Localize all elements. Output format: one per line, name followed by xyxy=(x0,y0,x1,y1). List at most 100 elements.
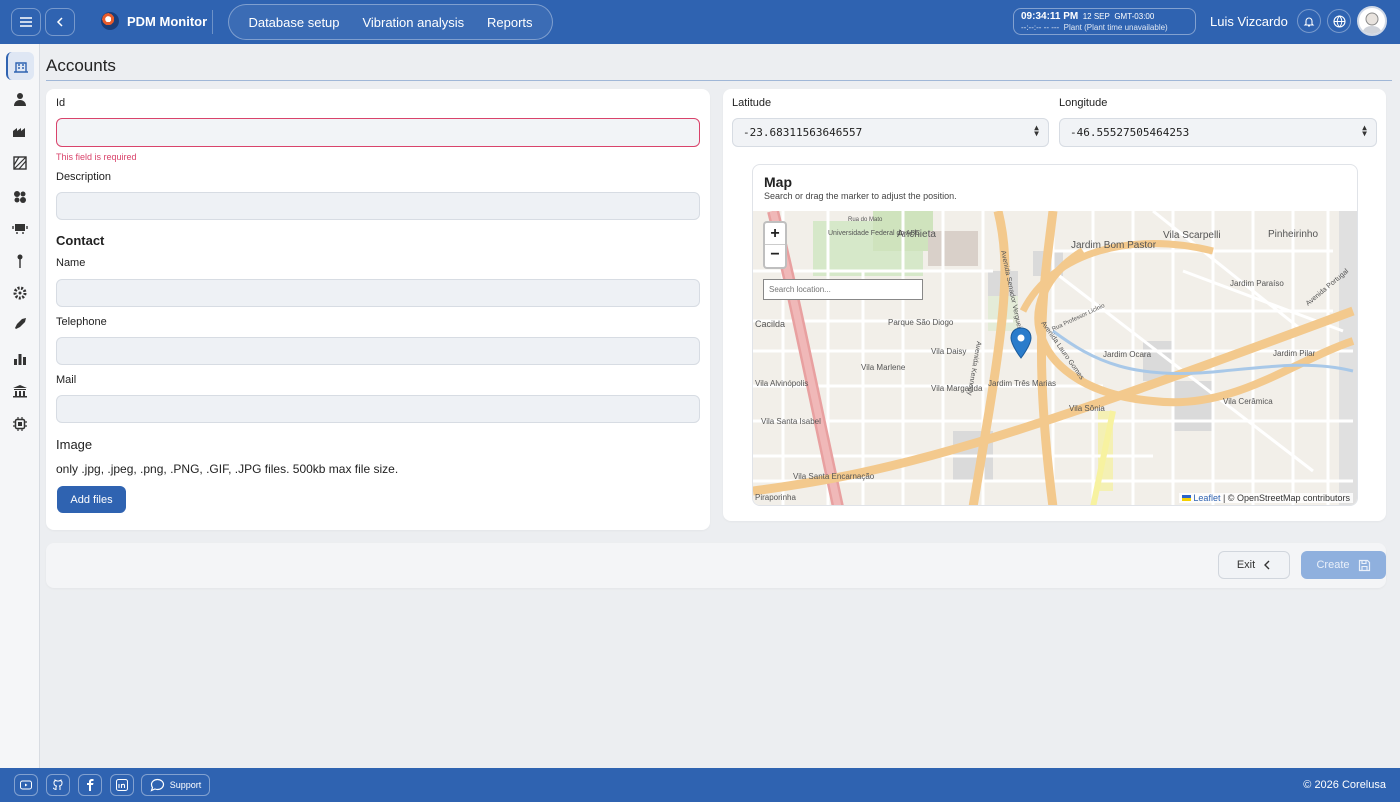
user-tie-icon xyxy=(14,93,26,106)
area-icon xyxy=(13,156,27,170)
chip-icon xyxy=(13,417,27,431)
sidebar-item-institutions[interactable] xyxy=(6,377,34,405)
map-label-anchieta: Anchieta xyxy=(897,229,936,240)
sidebar-item-sensors[interactable] xyxy=(6,279,34,307)
latitude-input[interactable]: -23.68311563646557 ▲ ▼ xyxy=(732,118,1049,147)
title-divider xyxy=(46,80,1392,81)
nav-vibration-analysis[interactable]: Vibration analysis xyxy=(362,15,464,30)
create-label: Create xyxy=(1316,559,1350,571)
youtube-icon xyxy=(20,780,32,790)
map-label-vila-santa-isabel: Vila Santa Isabel xyxy=(761,417,821,426)
map-label-vila-daisy: Vila Daisy xyxy=(931,347,966,356)
description-input[interactable] xyxy=(56,192,700,220)
map-label-rua-do-mato: Rua do Mato xyxy=(848,217,883,223)
map-subtitle: Search or drag the marker to adjust the … xyxy=(764,191,957,201)
user-name[interactable]: Luis Vizcardo xyxy=(1210,14,1288,29)
menu-icon xyxy=(20,17,32,27)
sidebar-item-reports[interactable] xyxy=(6,345,34,373)
main-nav: Database setup Vibration analysis Report… xyxy=(228,4,553,40)
exit-button[interactable]: Exit xyxy=(1218,551,1290,579)
sidebar-item-equipment[interactable] xyxy=(6,214,34,242)
map-label-jardim-tres-marias: Jardim Três Marias xyxy=(988,379,1056,388)
notifications-button[interactable] xyxy=(1297,9,1321,33)
facebook-button[interactable] xyxy=(78,774,102,796)
support-button[interactable]: Support xyxy=(141,774,210,796)
chat-icon xyxy=(150,778,164,792)
brand[interactable]: PDM Monitor xyxy=(101,12,207,30)
image-hint: only .jpg, .jpeg, .png, .PNG, .GIF, .JPG… xyxy=(56,462,399,476)
sidebar-item-launch[interactable] xyxy=(6,310,34,338)
map-label-vila-santa-encarnacao: Vila Santa Encarnação xyxy=(793,472,875,481)
bar-chart-icon xyxy=(14,354,26,365)
ukraine-flag-icon xyxy=(1181,495,1191,501)
id-error: This field is required xyxy=(56,152,137,162)
clock-timezone: GMT-03:00 xyxy=(1114,12,1155,21)
latitude-spinner-icon[interactable]: ▲ ▼ xyxy=(1034,124,1039,138)
action-bar: Exit Create xyxy=(46,543,1386,588)
sidebar-item-plants[interactable] xyxy=(6,117,34,145)
nav-reports[interactable]: Reports xyxy=(487,15,533,30)
avatar[interactable] xyxy=(1357,6,1387,36)
map-canvas[interactable]: Universidade Federal do ABC Anchieta Jar… xyxy=(753,211,1358,506)
map-label-vila-alvinopolis: Vila Alvinópolis xyxy=(755,379,808,388)
pin-icon xyxy=(17,254,23,268)
linkedin-button[interactable] xyxy=(110,774,134,796)
youtube-button[interactable] xyxy=(14,774,38,796)
nav-database-setup[interactable]: Database setup xyxy=(248,15,339,30)
sidebar-item-accounts[interactable] xyxy=(6,52,34,80)
app-name: PDM Monitor xyxy=(127,13,208,29)
latitude-label: Latitude xyxy=(732,97,772,109)
linkedin-icon xyxy=(116,779,128,791)
factory-icon xyxy=(13,128,25,137)
name-label: Name xyxy=(56,257,86,269)
mail-input[interactable] xyxy=(56,395,700,423)
image-label: Image xyxy=(56,437,93,452)
sidebar-item-settings[interactable] xyxy=(6,410,34,438)
map-label-cacilda: Cacilda xyxy=(755,319,785,329)
name-input[interactable] xyxy=(56,279,700,307)
zoom-in-button[interactable]: + xyxy=(765,223,785,245)
page-title: Accounts xyxy=(46,56,116,75)
divider xyxy=(212,10,213,34)
sidebar-item-points[interactable] xyxy=(6,247,34,275)
logo-icon xyxy=(101,12,119,30)
sidebar-item-machines[interactable] xyxy=(6,182,34,210)
bell-icon xyxy=(1303,17,1315,27)
map-label-vila-sonia: Vila Sônia xyxy=(1069,404,1105,413)
id-input[interactable] xyxy=(56,118,700,147)
map-label-pinheirinho: Pinheirinho xyxy=(1268,229,1318,240)
create-button[interactable]: Create xyxy=(1301,551,1386,579)
globe-icon xyxy=(1332,14,1346,28)
leaflet-link[interactable]: Leaflet xyxy=(1193,493,1220,503)
sidebar-item-users[interactable] xyxy=(6,85,34,113)
id-label: Id xyxy=(56,97,66,109)
longitude-input[interactable]: -46.55527505464253 ▲ ▼ xyxy=(1059,118,1377,147)
clock-time: 09:34:11 PM xyxy=(1021,11,1079,22)
plant-time: --:--:-- -- --- xyxy=(1021,23,1060,32)
map-label-vila-scarpelli: Vila Scarpelli xyxy=(1163,230,1221,241)
support-label: Support xyxy=(169,780,202,790)
top-bar: PDM Monitor Database setup Vibration ana… xyxy=(0,0,1400,44)
account-form-panel: Id This field is required Description Co… xyxy=(46,89,710,530)
bank-icon xyxy=(13,385,27,398)
longitude-value: -46.55527505464253 xyxy=(1070,126,1190,139)
telephone-input[interactable] xyxy=(56,337,700,365)
longitude-spinner-icon[interactable]: ▲ ▼ xyxy=(1362,124,1367,138)
clock-widget: 09:34:11 PM 12 SEP GMT-03:00 --:--:-- --… xyxy=(1013,8,1196,35)
add-files-button[interactable]: Add files xyxy=(57,486,126,513)
map-search-input[interactable] xyxy=(763,279,923,300)
sidebar-item-areas[interactable] xyxy=(6,149,34,177)
back-button[interactable] xyxy=(45,8,75,36)
github-button[interactable] xyxy=(46,774,70,796)
cog-icon xyxy=(13,286,27,300)
map-label-piraporinha: Piraporinha xyxy=(755,493,796,502)
map-label-vila-ceramica: Vila Cerâmica xyxy=(1223,397,1273,406)
menu-button[interactable] xyxy=(11,8,41,36)
gears-icon xyxy=(14,191,26,203)
longitude-label: Longitude xyxy=(1059,97,1108,109)
zoom-out-button[interactable]: − xyxy=(765,245,785,267)
map-card: Map Search or drag the marker to adjust … xyxy=(752,164,1358,506)
building-icon xyxy=(14,62,28,73)
map-label-jardim-paraiso: Jardim Paraíso xyxy=(1230,279,1284,288)
language-button[interactable] xyxy=(1327,9,1351,33)
